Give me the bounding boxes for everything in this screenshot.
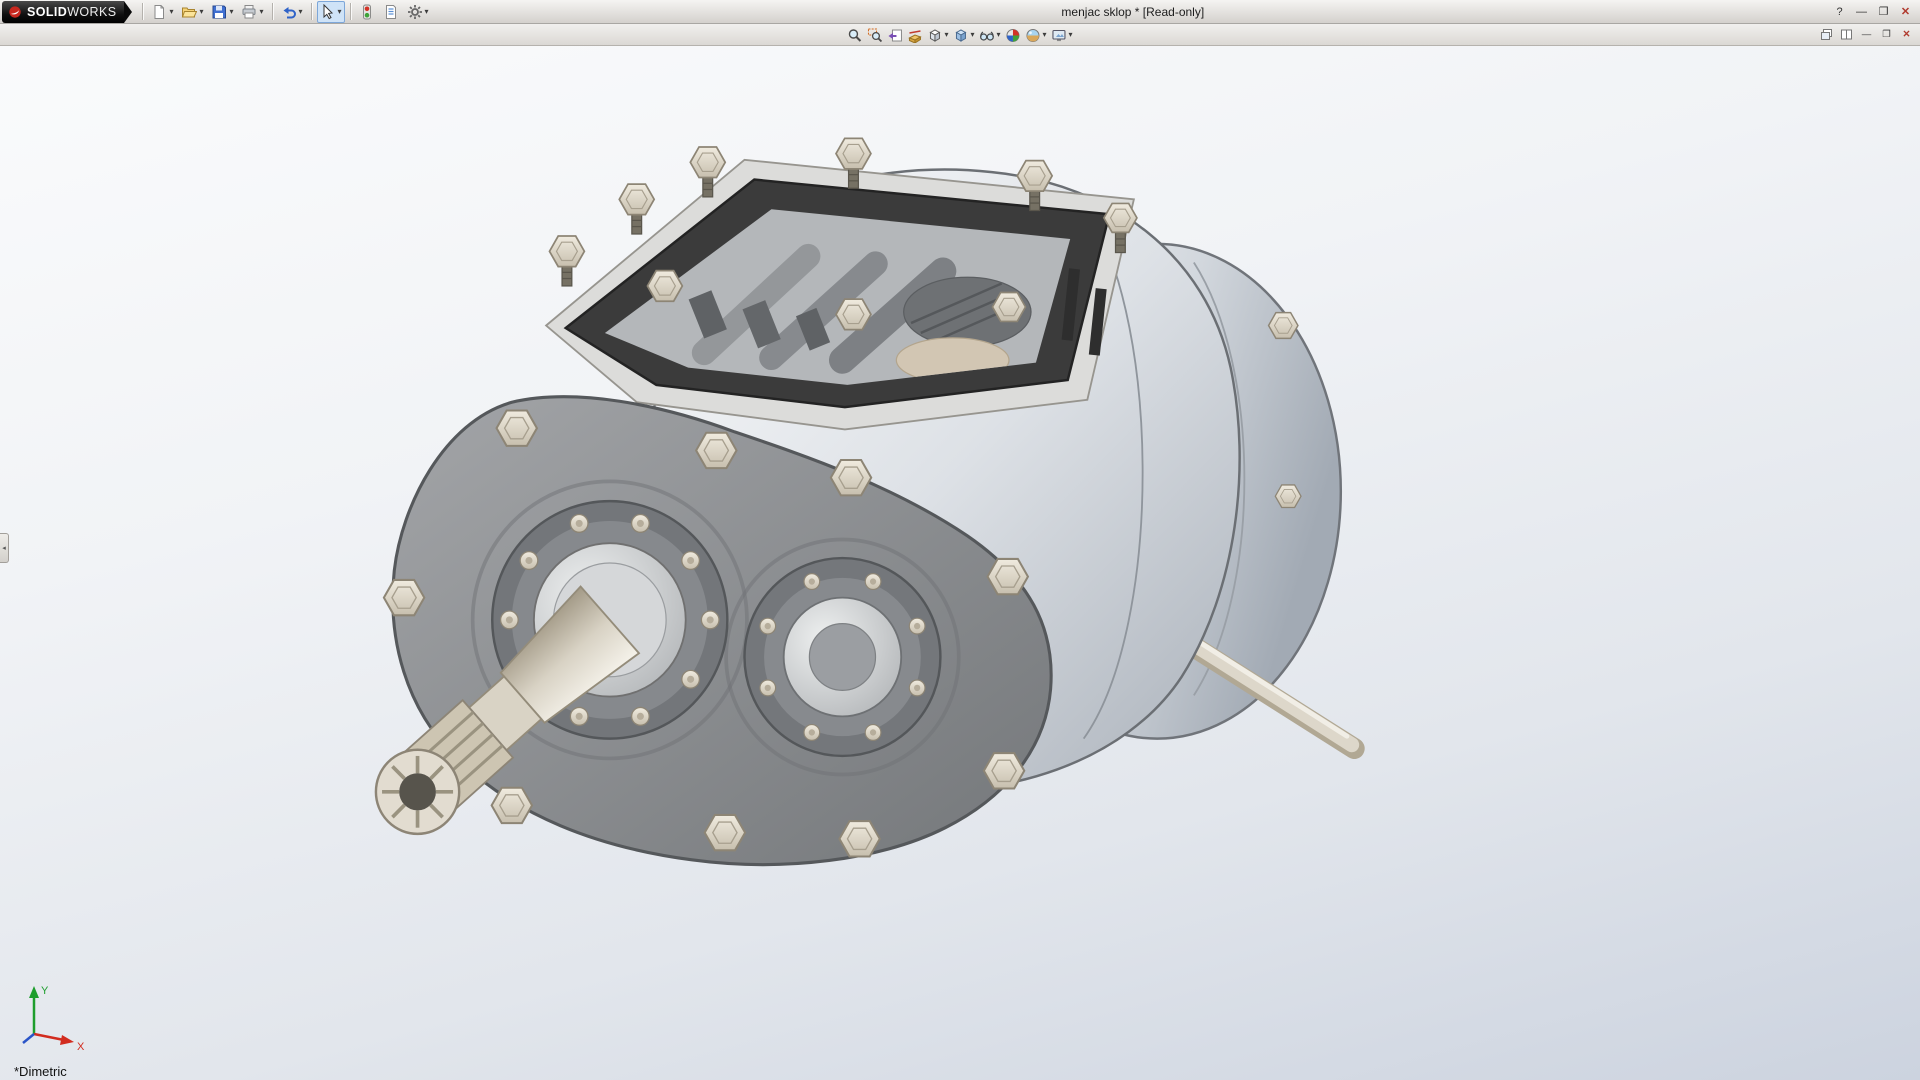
zoom-to-fit-icon — [848, 28, 862, 42]
zoom-to-area-button[interactable] — [865, 25, 884, 45]
graphics-area[interactable]: Y X *Dimetric ◂ — [0, 46, 1920, 1080]
panel-expand-arrow-icon: ◂ — [2, 545, 6, 552]
undo-caret[interactable]: ▾ — [299, 7, 303, 16]
hide-show-items-button[interactable]: ▾ — [977, 25, 1002, 45]
save-caret[interactable]: ▾ — [229, 7, 233, 16]
close-button[interactable]: ✕ — [1896, 3, 1915, 20]
cascade-windows-button[interactable] — [1818, 26, 1835, 42]
previous-view-icon — [888, 29, 902, 41]
view-settings-icon — [1052, 29, 1066, 41]
x-axis-arrow — [60, 1035, 74, 1045]
new-document-button[interactable]: ▾ — [148, 1, 176, 23]
save-button[interactable]: ▾ — [208, 1, 236, 23]
gearbox-3d-model[interactable] — [0, 46, 1920, 1080]
brand-name: SOLIDWORKS — [27, 4, 117, 19]
doc-minimize-button[interactable]: — — [1858, 26, 1875, 42]
new-document-icon — [154, 4, 165, 19]
hide-show-items-icon — [980, 31, 994, 41]
solidworks-window: SOLIDWORKS ▾ ▾ ▾ ▾ ▾ ▾ ▾ menjac sklop * … — [0, 0, 1920, 1080]
undo-button[interactable]: ▾ — [278, 1, 306, 23]
toolbar-separator — [142, 3, 144, 20]
doc-close-button[interactable]: ✕ — [1898, 26, 1915, 42]
toolbar-separator — [349, 3, 351, 20]
undo-icon — [283, 6, 296, 18]
select-cursor-icon — [323, 3, 333, 19]
view-orientation-button[interactable]: ▾ — [925, 25, 950, 45]
print-icon — [242, 4, 256, 18]
doc-restore-button[interactable]: ❐ — [1878, 26, 1895, 42]
minimize-button[interactable]: — — [1852, 3, 1871, 20]
maximize-button[interactable]: ❐ — [1874, 3, 1893, 20]
rebuild-icon — [362, 4, 371, 19]
display-style-icon — [955, 28, 967, 42]
y-axis-label: Y — [41, 985, 49, 997]
open-button[interactable]: ▾ — [178, 1, 206, 23]
y-axis-arrow — [29, 986, 39, 998]
view-orientation-icon — [929, 28, 941, 42]
toolbar-separator — [271, 3, 273, 20]
section-view-icon — [908, 29, 922, 43]
print-caret[interactable]: ▾ — [259, 7, 263, 16]
print-button[interactable]: ▾ — [238, 1, 266, 23]
help-button[interactable]: ? — [1830, 3, 1849, 20]
options-caret[interactable]: ▾ — [425, 7, 429, 16]
z-axis — [22, 1033, 35, 1044]
file-properties-icon — [385, 4, 396, 19]
apply-scene-icon — [1026, 28, 1040, 42]
x-axis-label: X — [77, 1041, 85, 1053]
document-window-controls: — ❐ ✕ — [1818, 26, 1915, 42]
apply-scene-caret[interactable]: ▾ — [1043, 31, 1047, 39]
file-properties-button[interactable] — [380, 1, 402, 23]
split-view-icon — [1841, 29, 1852, 39]
view-settings-button[interactable]: ▾ — [1050, 25, 1075, 45]
orientation-triad: Y X — [22, 985, 85, 1053]
new-document-caret[interactable]: ▾ — [169, 7, 173, 16]
previous-view-button[interactable] — [885, 25, 904, 45]
zoom-to-area-icon — [867, 28, 883, 42]
menu-row: ▾ ▾ ▾ ▾ ▾ — ❐ ✕ — [0, 24, 1920, 46]
solidworks-logo: SOLIDWORKS — [2, 0, 125, 23]
select-button[interactable]: ▾ — [316, 0, 345, 23]
hide-show-items-caret[interactable]: ▾ — [996, 31, 1000, 39]
document-title: menjac sklop * [Read-only] — [1061, 5, 1205, 19]
select-caret[interactable]: ▾ — [338, 7, 342, 16]
brand-tag-tip — [124, 0, 133, 23]
zoom-to-fit-button[interactable] — [845, 25, 864, 45]
cascade-windows-icon — [1821, 28, 1832, 40]
apply-scene-button[interactable]: ▾ — [1024, 25, 1049, 45]
options-icon — [407, 4, 422, 19]
edit-appearance-icon — [1006, 28, 1020, 42]
display-style-caret[interactable]: ▾ — [970, 31, 974, 39]
open-folder-icon — [182, 7, 198, 17]
dassault-logo-icon — [9, 5, 21, 18]
view-orientation-caret[interactable]: ▾ — [944, 31, 948, 39]
heads-up-view-toolbar: ▾ ▾ ▾ ▾ ▾ — [845, 24, 1074, 46]
output-bearing-cover[interactable] — [743, 556, 942, 758]
display-style-button[interactable]: ▾ — [951, 25, 976, 45]
view-settings-caret[interactable]: ▾ — [1069, 31, 1073, 39]
split-view-button[interactable] — [1838, 26, 1855, 42]
open-caret[interactable]: ▾ — [199, 7, 203, 16]
save-icon — [212, 5, 227, 18]
featuremanager-collapsed-tab[interactable]: ◂ — [0, 533, 9, 563]
window-controls: ? — ❐ ✕ — [1830, 3, 1920, 20]
edit-appearance-button[interactable] — [1004, 25, 1023, 45]
titlebar: SOLIDWORKS ▾ ▾ ▾ ▾ ▾ ▾ ▾ menjac sklop * … — [0, 0, 1920, 24]
options-button[interactable]: ▾ — [404, 1, 432, 23]
view-orientation-label: *Dimetric — [14, 1064, 67, 1079]
section-view-button[interactable] — [905, 25, 924, 45]
rebuild-button[interactable] — [356, 1, 378, 23]
toolbar-separator — [310, 3, 312, 20]
